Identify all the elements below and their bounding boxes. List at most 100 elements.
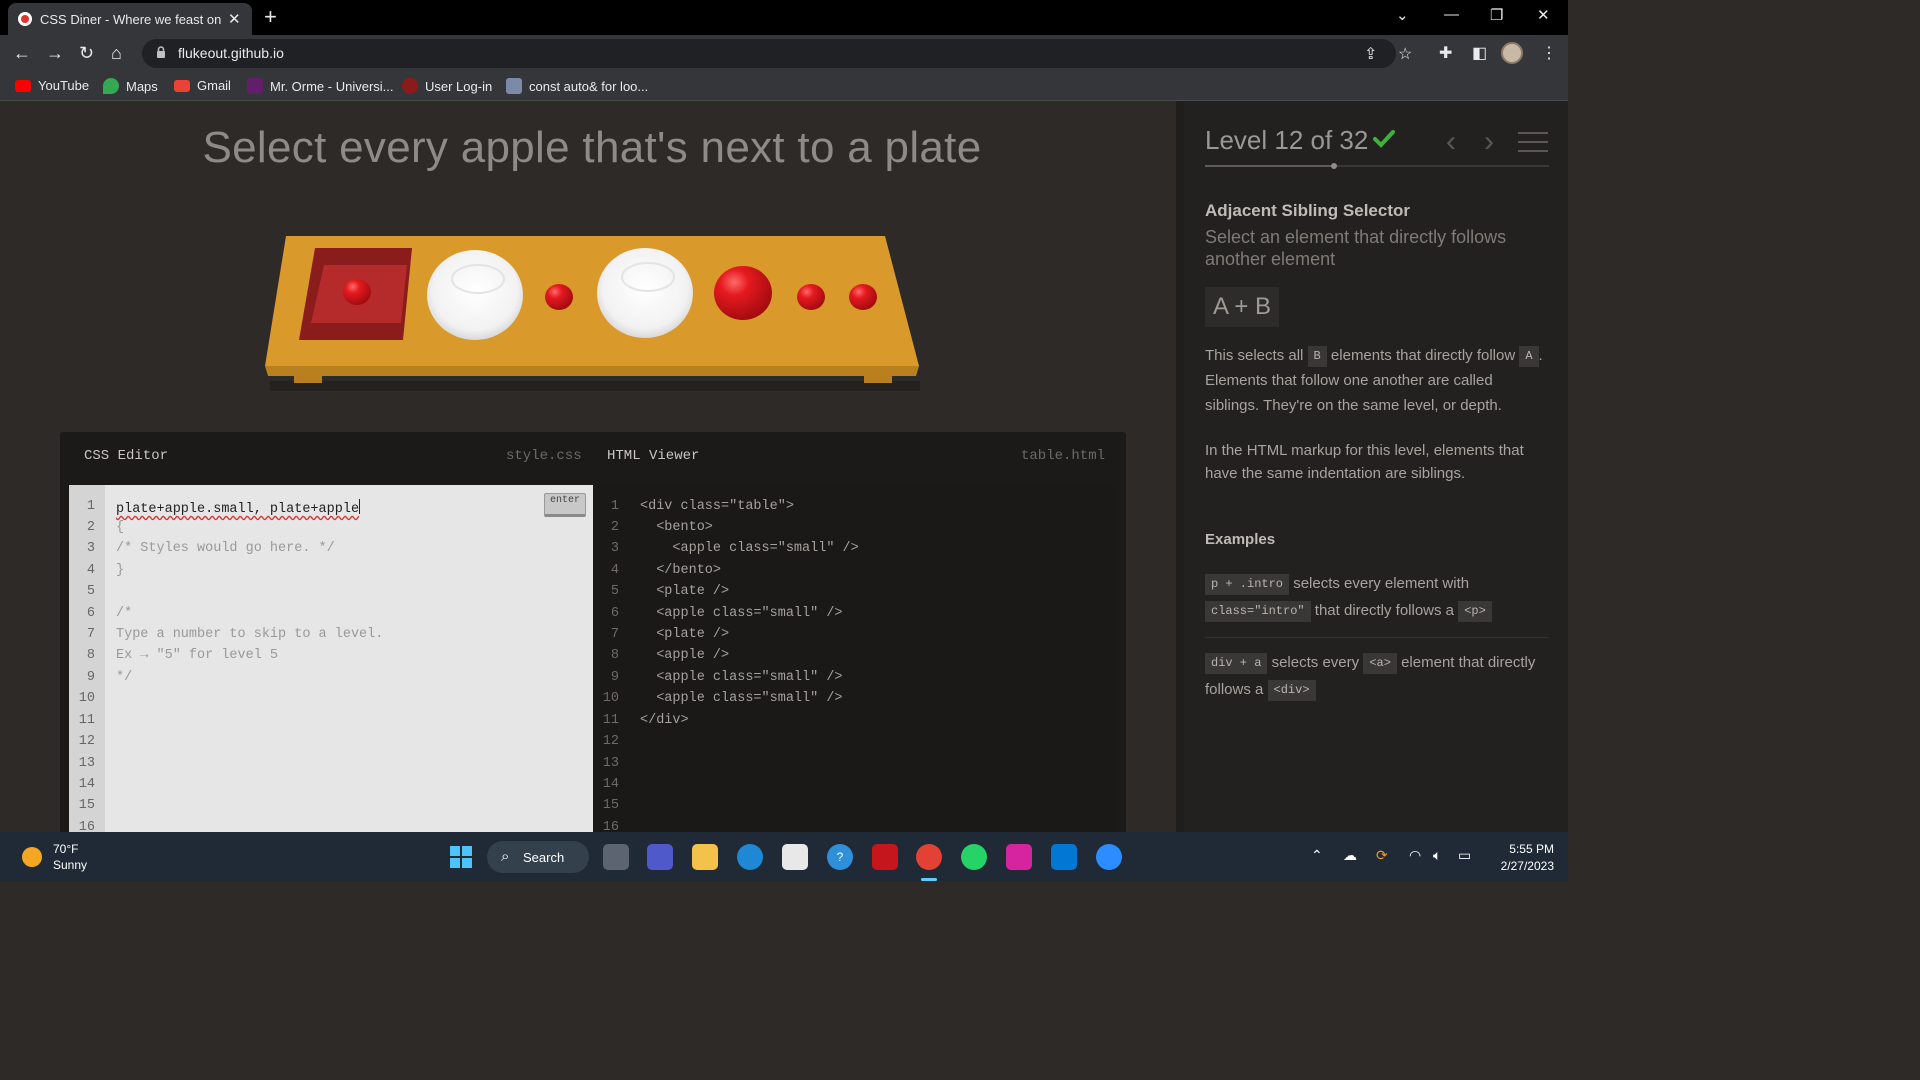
reload-icon[interactable]: ↻ xyxy=(79,42,94,64)
clock-date: 2/27/2023 xyxy=(1500,859,1554,873)
siblings-paragraph: In the HTML markup for this level, eleme… xyxy=(1205,442,1524,482)
restore-icon[interactable]: ❐ xyxy=(1490,6,1503,24)
enter-button[interactable]: enter xyxy=(544,493,586,517)
onedrive-icon[interactable]: ☁ xyxy=(1343,847,1357,864)
level-menu-icon[interactable] xyxy=(1518,131,1548,153)
bookmark-maps[interactable]: Maps xyxy=(103,78,158,94)
minimize-icon[interactable]: — xyxy=(1444,6,1459,23)
share-icon[interactable]: ⇪ xyxy=(1364,44,1377,64)
store-icon[interactable] xyxy=(782,844,808,870)
tab-search-icon[interactable]: ⌄ xyxy=(1396,6,1409,24)
chrome-icon[interactable] xyxy=(916,844,942,870)
zoom-icon[interactable] xyxy=(1096,844,1122,870)
text: selects every element with xyxy=(1293,575,1470,592)
html-line[interactable]: <apple class="small" /> xyxy=(640,670,842,685)
more-menu-icon[interactable]: ⋮ xyxy=(1541,43,1557,63)
bookmark-label: const auto& for loo... xyxy=(529,78,649,94)
code-tag: A xyxy=(1519,346,1539,367)
line-number: 2 xyxy=(86,520,95,535)
line-number: 7 xyxy=(610,627,619,642)
battery-icon[interactable]: ▭ xyxy=(1458,847,1471,864)
previous-level-icon[interactable]: ‹ xyxy=(1446,127,1456,157)
apple[interactable] xyxy=(714,266,772,320)
apple-small[interactable] xyxy=(343,279,371,305)
next-level-icon[interactable]: › xyxy=(1484,127,1494,157)
html-line[interactable]: <plate /> xyxy=(640,627,729,642)
browser-tab[interactable]: CSS Diner - Where we feast on C ✕ xyxy=(8,3,252,35)
tab-close-icon[interactable]: ✕ xyxy=(228,10,241,28)
code-line: /* xyxy=(116,606,133,621)
game-area: Select every apple that's next to a plat… xyxy=(0,101,1176,852)
instagram-icon[interactable] xyxy=(1006,844,1032,870)
plate[interactable] xyxy=(597,248,693,338)
sun-icon[interactable] xyxy=(22,847,42,867)
css-selector-input[interactable]: plate+apple.small, plate+apple xyxy=(116,499,361,517)
html-viewer-title: HTML Viewer xyxy=(607,448,700,464)
wifi-icon[interactable]: ◠ xyxy=(1409,847,1421,864)
page-scrollbar[interactable] xyxy=(1176,101,1184,832)
weather-temperature[interactable]: 70°F xyxy=(53,842,78,856)
forward-icon[interactable]: → xyxy=(46,42,64,64)
code-line: Type a number to skip to a level. xyxy=(116,627,384,642)
help-icon[interactable]: ? xyxy=(827,844,853,870)
volume-icon[interactable]: 🔈︎ xyxy=(1433,847,1441,864)
update-icon[interactable]: ⟳ xyxy=(1376,847,1388,864)
explanation-paragraph: This selects all B elements that directl… xyxy=(1205,343,1549,418)
apple-small[interactable] xyxy=(545,284,573,310)
line-number: 14 xyxy=(602,777,619,792)
html-line[interactable]: <bento> xyxy=(640,520,713,535)
level-instruction: Select every apple that's next to a plat… xyxy=(202,123,982,172)
vscode-icon[interactable] xyxy=(1051,844,1077,870)
line-number: 6 xyxy=(86,606,95,621)
line-number: 2 xyxy=(610,520,619,535)
bookmark-const-auto[interactable]: const auto& for loo... xyxy=(506,78,648,94)
html-line[interactable]: <apple class="small" /> xyxy=(640,691,842,706)
bookmark-mr-orme[interactable]: Mr. Orme - Universi... xyxy=(247,78,394,94)
close-window-icon[interactable]: ✕ xyxy=(1537,6,1550,24)
tab-strip: CSS Diner - Where we feast on C ✕ + ⌄ — … xyxy=(0,0,1568,35)
taskbar-search[interactable]: ⌕ Search xyxy=(487,841,589,873)
apple-small[interactable] xyxy=(849,284,877,310)
extensions-icon[interactable]: ✚ xyxy=(1439,43,1452,63)
slack-icon xyxy=(247,78,263,94)
teams-icon[interactable] xyxy=(647,844,673,870)
level-title: Level 12 of 32 xyxy=(1205,125,1369,155)
example-2: div + a selects every <a> element that d… xyxy=(1205,649,1549,703)
html-viewer: 1 2 3 4 5 6 7 8 9 10 11 12 13 14 15 16 <… xyxy=(593,485,1115,845)
bookmark-youtube[interactable]: YouTube xyxy=(15,78,89,93)
html-line[interactable]: </bento> xyxy=(640,563,721,578)
text: selects every xyxy=(1271,654,1360,671)
code-line: } xyxy=(116,563,125,578)
search-label: Search xyxy=(523,849,565,865)
file-explorer-icon[interactable] xyxy=(692,844,718,870)
html-line[interactable]: <div class="table"> xyxy=(640,499,794,514)
html-line[interactable]: </div> xyxy=(640,713,689,728)
start-icon[interactable] xyxy=(448,844,474,870)
html-line[interactable]: <apple /> xyxy=(640,648,729,663)
show-hidden-icons-icon[interactable]: ⌃ xyxy=(1311,847,1323,864)
text: that directly follows a xyxy=(1314,602,1455,619)
gmail-icon xyxy=(174,79,190,92)
side-panel-icon[interactable]: ◧ xyxy=(1472,43,1487,63)
whatsapp-icon[interactable] xyxy=(961,844,987,870)
html-line[interactable]: <plate /> xyxy=(640,584,729,599)
html-line[interactable]: <apple class="small" /> xyxy=(640,541,858,556)
back-icon[interactable]: ← xyxy=(13,42,31,64)
system-clock[interactable]: 5:55 PM 2/27/2023 xyxy=(1486,841,1554,875)
progress-fill xyxy=(1205,165,1334,167)
profile-avatar[interactable] xyxy=(1501,42,1523,64)
bookmark-user-login[interactable]: User Log-in xyxy=(402,78,492,94)
html-line[interactable]: <apple class="small" /> xyxy=(640,606,842,621)
bookmark-star-icon[interactable]: ☆ xyxy=(1398,44,1412,64)
weather-condition[interactable]: Sunny xyxy=(53,858,87,872)
url-field[interactable]: flukeout.github.io ⇪ ☆ xyxy=(142,39,1412,68)
task-view-icon[interactable] xyxy=(603,844,629,870)
bookmark-gmail[interactable]: Gmail xyxy=(174,78,231,93)
new-tab-icon[interactable]: + xyxy=(264,5,277,29)
apple-small[interactable] xyxy=(797,284,825,310)
html-line-gutter: 1 2 3 4 5 6 7 8 9 10 11 12 13 14 15 16 xyxy=(593,485,629,845)
home-icon[interactable]: ⌂ xyxy=(111,42,122,64)
plate[interactable] xyxy=(427,250,523,340)
mcafee-icon[interactable] xyxy=(872,844,898,870)
edge-icon[interactable] xyxy=(737,844,763,870)
